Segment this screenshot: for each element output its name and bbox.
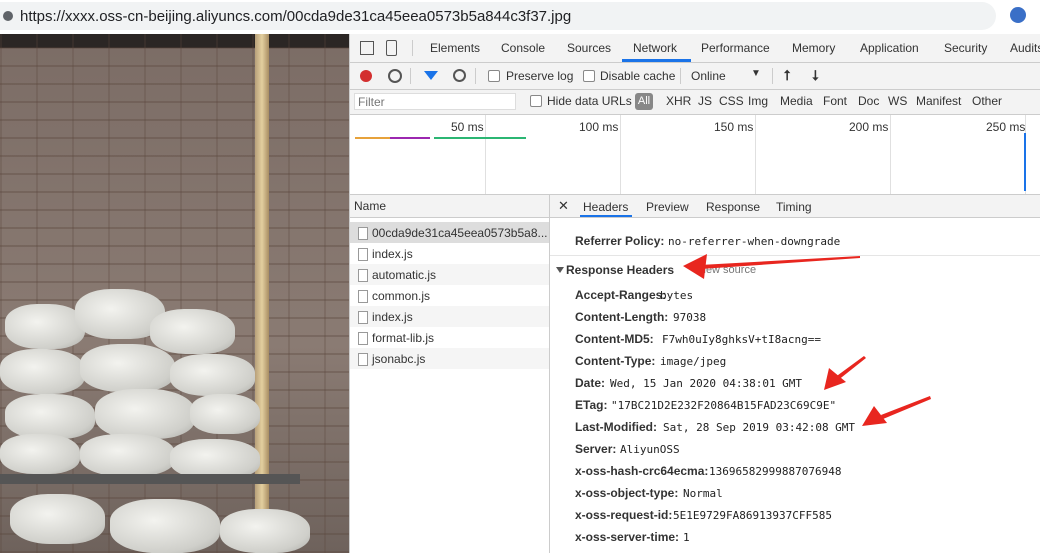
annotation-arrow-response-headers [683, 254, 860, 279]
annotation-arrow-date [824, 356, 866, 390]
annotation-arrow-last-modified [862, 396, 931, 426]
annotation-overlay [683, 254, 931, 426]
